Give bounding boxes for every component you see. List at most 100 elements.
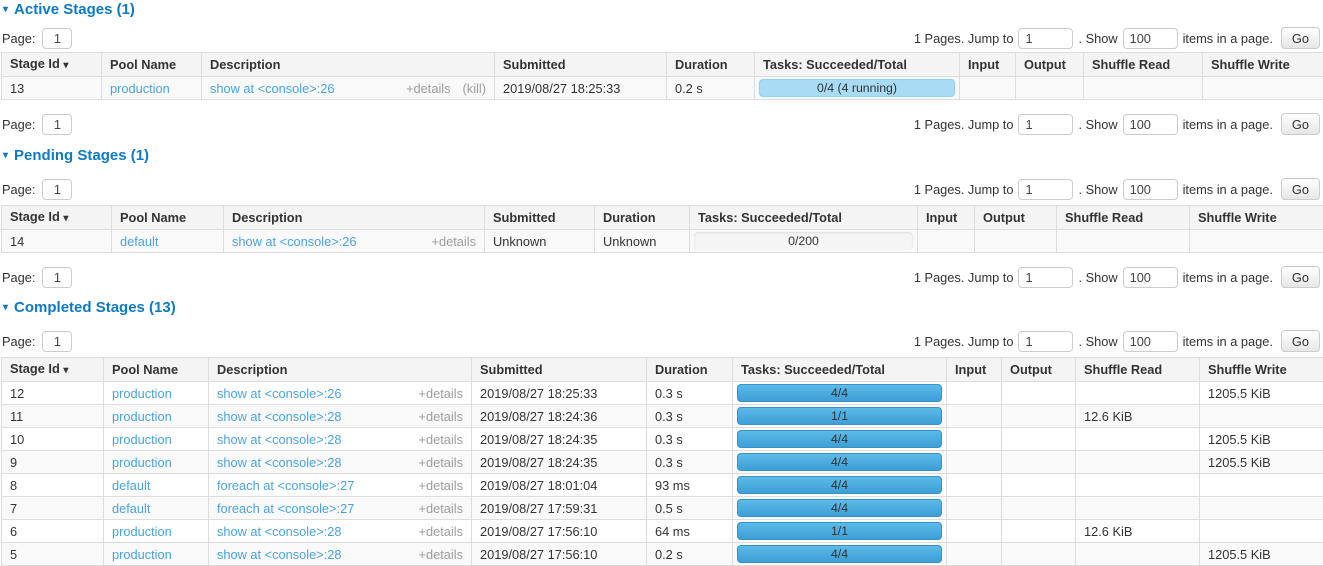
pending-stages-heading[interactable]: ▾ Pending Stages (1) [3,148,1323,164]
col-pool-name[interactable]: Pool Name [102,53,202,77]
col-stage-id[interactable]: Stage Id ▾ [2,53,102,77]
description-link[interactable]: show at <console>:28 [217,523,342,540]
details-toggle[interactable]: +details [432,233,476,250]
details-toggle[interactable]: +details [419,500,463,517]
pool-name-link[interactable]: production [112,432,172,447]
pool-name-link[interactable]: production [112,455,172,470]
go-button[interactable]: Go [1281,27,1320,49]
items-per-page-input[interactable] [1123,267,1178,288]
col-output[interactable]: Output [1002,358,1076,382]
col-pool-name[interactable]: Pool Name [104,358,209,382]
table-row: 13 production show at <console>:26 +deta… [2,77,1323,100]
show-label: . Show [1078,182,1117,197]
pool-name-link[interactable]: production [112,386,172,401]
col-stage-id[interactable]: Stage Id ▾ [2,358,104,382]
description-link[interactable]: show at <console>:28 [217,431,342,448]
jump-to-page-input[interactable] [1018,179,1073,200]
description-link[interactable]: show at <console>:26 [210,80,335,97]
jump-to-page-input[interactable] [1018,267,1073,288]
description-link[interactable]: show at <console>:28 [217,546,342,563]
completed-stages-heading[interactable]: ▾ Completed Stages (13) [3,300,1323,316]
details-toggle[interactable]: +details [419,431,463,448]
input-cell [947,428,1002,451]
col-shuffle-read[interactable]: Shuffle Read [1076,358,1200,382]
pages-count-text: 1 Pages. Jump to [914,270,1014,285]
col-shuffle-write[interactable]: Shuffle Write [1200,358,1323,382]
pool-name-link[interactable]: production [112,547,172,562]
col-output[interactable]: Output [1016,53,1084,77]
output-cell [1002,543,1076,566]
stage-id-cell: 14 [2,230,112,253]
pool-name-cell: default [104,497,209,520]
go-button[interactable]: Go [1281,113,1320,135]
page-number-input[interactable] [42,179,72,200]
col-shuffle-write[interactable]: Shuffle Write [1203,53,1323,77]
go-button[interactable]: Go [1281,266,1320,288]
details-toggle[interactable]: +details [419,385,463,402]
page-number-input[interactable] [42,114,72,135]
col-submitted[interactable]: Submitted [485,206,595,230]
col-tasks[interactable]: Tasks: Succeeded/Total [755,53,960,77]
jump-to-page-input[interactable] [1018,331,1073,352]
pool-name-link[interactable]: production [110,81,170,96]
col-description[interactable]: Description [209,358,472,382]
details-toggle[interactable]: +details [419,454,463,471]
col-shuffle-read[interactable]: Shuffle Read [1084,53,1203,77]
col-tasks[interactable]: Tasks: Succeeded/Total [690,206,918,230]
col-pool-name[interactable]: Pool Name [112,206,224,230]
description-link[interactable]: show at <console>:26 [232,233,357,250]
col-shuffle-read[interactable]: Shuffle Read [1057,206,1190,230]
col-description[interactable]: Description [202,53,495,77]
page-number-input[interactable] [42,331,72,352]
items-per-page-input[interactable] [1123,28,1178,49]
description-link[interactable]: foreach at <console>:27 [217,477,354,494]
col-tasks[interactable]: Tasks: Succeeded/Total [733,358,947,382]
jump-to-page-input[interactable] [1018,28,1073,49]
col-submitted[interactable]: Submitted [495,53,667,77]
col-duration[interactable]: Duration [595,206,690,230]
page-number-input[interactable] [42,28,72,49]
input-cell [947,520,1002,543]
kill-link[interactable]: (kill) [463,80,486,97]
details-toggle[interactable]: +details [406,80,450,97]
col-input[interactable]: Input [947,358,1002,382]
description-link[interactable]: show at <console>:26 [217,385,342,402]
details-toggle[interactable]: +details [419,408,463,425]
pages-count-text: 1 Pages. Jump to [914,182,1014,197]
details-toggle[interactable]: +details [419,546,463,563]
pool-name-link[interactable]: default [112,501,150,516]
col-duration[interactable]: Duration [667,53,755,77]
page-number-input[interactable] [42,267,72,288]
col-input[interactable]: Input [918,206,975,230]
details-toggle[interactable]: +details [419,523,463,540]
tasks-cell: 4/4 [733,474,947,497]
active-stages-heading[interactable]: ▾ Active Stages (1) [3,2,1323,18]
pool-name-link[interactable]: production [112,409,172,424]
description-link[interactable]: show at <console>:28 [217,454,342,471]
col-shuffle-write[interactable]: Shuffle Write [1190,206,1323,230]
pool-name-link[interactable]: production [112,524,172,539]
col-duration[interactable]: Duration [647,358,733,382]
pool-name-link[interactable]: default [112,478,150,493]
details-toggle[interactable]: +details [419,477,463,494]
submitted-cell: 2019/08/27 18:01:04 [472,474,647,497]
page-label: Page: [2,182,35,197]
go-button[interactable]: Go [1281,178,1320,200]
items-per-page-input[interactable] [1123,114,1178,135]
stage-id-cell: 6 [2,520,104,543]
col-submitted[interactable]: Submitted [472,358,647,382]
jump-to-page-input[interactable] [1018,114,1073,135]
col-output[interactable]: Output [975,206,1057,230]
pool-name-cell: production [104,543,209,566]
col-input[interactable]: Input [960,53,1016,77]
go-button[interactable]: Go [1281,330,1320,352]
description-link[interactable]: show at <console>:28 [217,408,342,425]
items-per-page-input[interactable] [1123,331,1178,352]
items-per-page-label: items in a page. [1183,334,1273,349]
items-per-page-input[interactable] [1123,179,1178,200]
pool-name-link[interactable]: default [120,234,158,249]
col-description[interactable]: Description [224,206,485,230]
description-cell: show at <console>:28 +details [209,543,472,566]
description-link[interactable]: foreach at <console>:27 [217,500,354,517]
col-stage-id[interactable]: Stage Id ▾ [2,206,112,230]
